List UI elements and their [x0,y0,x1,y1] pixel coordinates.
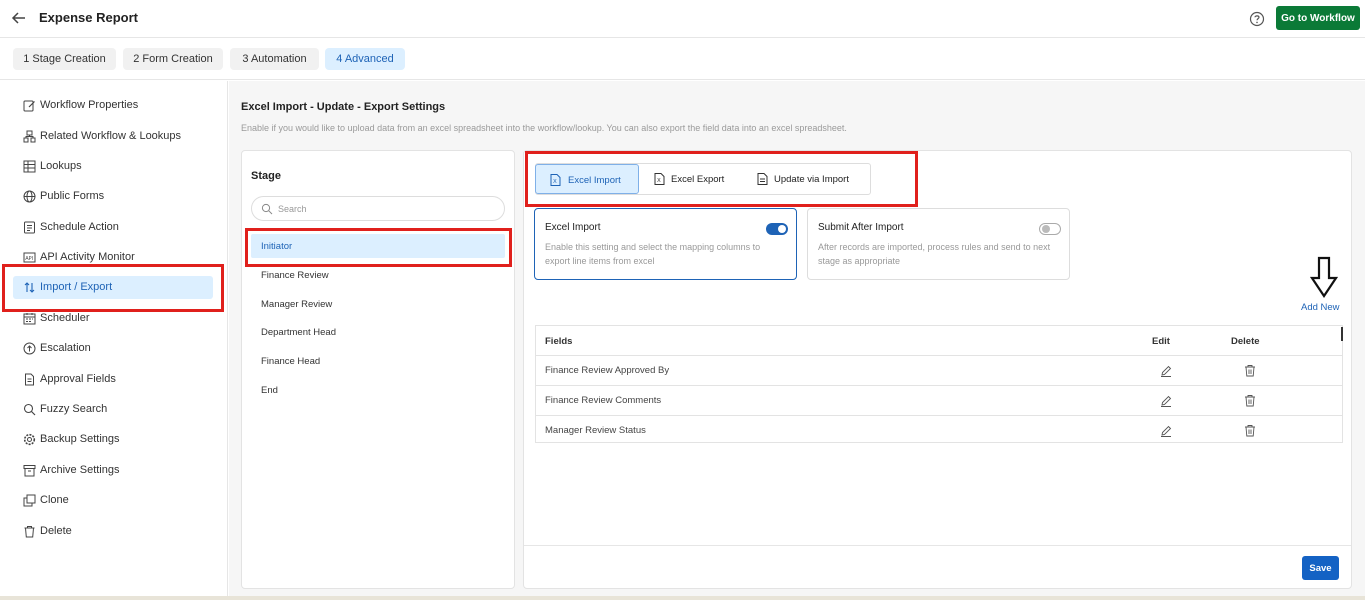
step-form-creation[interactable]: 2 Form Creation [123,48,223,70]
stage-search-input[interactable] [278,201,498,217]
document-icon [25,373,34,386]
highlight-box-sidebar [2,264,224,312]
sidebar-item-archive-settings[interactable]: Archive Settings [13,459,213,482]
table-icon [23,160,36,173]
field-name: Finance Review Approved By [545,365,670,376]
help-icon[interactable] [1249,11,1265,27]
hierarchy-icon [23,130,36,143]
column-header-edit: Edit [1152,336,1170,347]
highlight-box-tabs [525,151,918,207]
card-title: Excel Import [545,222,601,233]
stage-item-finance-head[interactable]: Finance Head [251,349,505,373]
submit-after-import-toggle[interactable] [1039,223,1061,235]
schedule-icon [24,221,35,234]
sidebar-item-backup-settings[interactable]: Backup Settings [13,428,213,451]
card-description: Enable this setting and select the mappi… [545,242,761,266]
stage-heading: Stage [251,170,281,182]
stage-search [251,196,505,221]
table-row: Manager Review Status [536,416,1342,446]
stage-item-manager-review[interactable]: Manager Review [251,292,505,316]
page-title: Expense Report [39,10,138,25]
table-header: Fields Edit Delete [536,326,1342,356]
sidebar-item-escalation[interactable]: Escalation [13,337,213,360]
fields-table: Fields Edit Delete Finance Review Approv… [535,325,1343,443]
search-icon [23,403,36,416]
sidebar-item-approval-fields[interactable]: Approval Fields [13,368,213,391]
trash-icon[interactable] [1244,424,1256,437]
trash-icon [24,526,35,538]
submit-after-import-card: Submit After Import After records are im… [807,208,1070,280]
toggle-knob [1042,225,1050,233]
table-row: Finance Review Comments [536,386,1342,416]
field-name: Manager Review Status [545,425,646,436]
sidebar-item-schedule-action[interactable]: Schedule Action [13,216,213,239]
sidebar-item-clone[interactable]: Clone [13,489,213,512]
table-scrollbar[interactable] [1341,327,1343,341]
footer-divider [524,545,1351,546]
column-header-fields: Fields [545,336,573,347]
api-icon: API [23,252,36,263]
sidebar-item-workflow-properties[interactable]: Workflow Properties [13,94,213,117]
pencil-icon[interactable] [1160,425,1172,437]
step-tabs: 1 Stage Creation 2 Form Creation 3 Autom… [0,38,1365,80]
stage-item-department-head[interactable]: Department Head [251,320,505,344]
search-icon [261,203,273,215]
section-title: Excel Import - Update - Export Settings [241,101,446,113]
calendar-icon [23,313,36,325]
trash-icon[interactable] [1244,364,1256,377]
bottom-strip [0,596,1365,600]
arrow-down-annotation-icon [1310,256,1338,298]
highlight-box-stage [245,228,512,267]
escalation-icon [23,342,36,355]
svg-text:API: API [25,256,33,262]
card-description: After records are imported, process rule… [818,242,1051,266]
excel-import-card: Excel Import Enable this setting and sel… [534,208,797,280]
trash-icon[interactable] [1244,394,1256,407]
add-new-link[interactable]: Add New [1301,302,1340,313]
sidebar-item-lookups[interactable]: Lookups [13,155,213,178]
sidebar-item-related-workflow[interactable]: Related Workflow & Lookups [13,125,213,148]
pencil-icon[interactable] [1160,365,1172,377]
gear-icon [23,433,36,446]
excel-import-toggle[interactable] [766,223,788,235]
step-automation[interactable]: 3 Automation [230,48,319,70]
step-stage-creation[interactable]: 1 Stage Creation [13,48,116,70]
stage-item-end[interactable]: End [251,378,505,402]
save-button[interactable]: Save [1302,556,1339,580]
go-to-workflow-button[interactable]: Go to Workflow [1276,6,1360,30]
step-advanced[interactable]: 4 Advanced [325,48,405,70]
archive-icon [23,465,36,477]
card-title: Submit After Import [818,222,904,233]
field-name: Finance Review Comments [545,395,662,406]
table-row: Finance Review Approved By [536,356,1342,386]
back-arrow-icon[interactable] [10,9,28,27]
edit-icon [23,100,35,112]
sidebar-item-delete[interactable]: Delete [13,520,213,543]
globe-icon [23,190,36,203]
clone-icon [23,494,36,507]
pencil-icon[interactable] [1160,395,1172,407]
column-header-delete: Delete [1231,336,1260,347]
sidebar-item-fuzzy-search[interactable]: Fuzzy Search [13,398,213,421]
sidebar-item-public-forms[interactable]: Public Forms [13,185,213,208]
toggle-knob [778,225,786,233]
section-description: Enable if you would like to upload data … [241,123,847,133]
app-header: Expense Report Go to Workflow [0,0,1365,38]
